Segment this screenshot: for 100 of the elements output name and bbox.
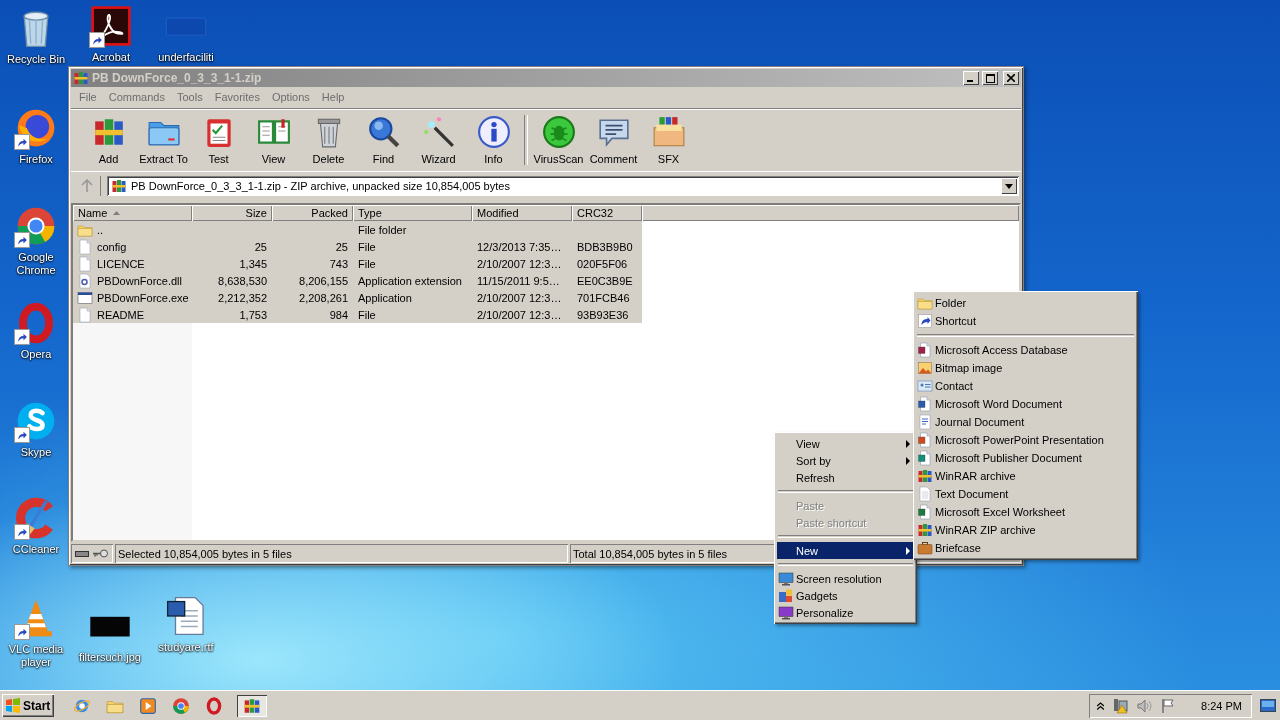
table-cell-text: config [96,240,127,253]
menu-item[interactable]: WinRAR archive [916,467,1135,485]
table-cell: 2/10/2007 12:3… [477,308,562,321]
table-cell: EE0C3B9E [577,274,633,287]
browser-icon [172,696,190,715]
column-header[interactable]: Modified [472,205,572,221]
menu-item[interactable]: Microsoft Word Document [916,395,1135,413]
column-header[interactable]: Type [353,205,472,221]
table-cell-text: PBDownForce.exe [96,291,189,304]
menu-item[interactable]: Contact [916,377,1135,395]
desktop-icon-label[interactable]: underfaciliti [158,51,214,64]
desktop-icon-label[interactable]: Firefox [19,153,53,166]
menu-item[interactable]: Favorites [208,90,266,103]
table-cell-text: PBDownForce.dll [96,274,182,287]
menu-item[interactable]: Options [265,90,316,103]
toolbar-button[interactable]: Wizard [411,115,466,165]
menu-item[interactable]: Commands [102,90,171,103]
document-icon [917,432,933,448]
file-row[interactable]: config 25 25 File 12/3/2013 7:35… BDB3B9B0 [73,238,642,255]
table-cell: 2/10/2007 12:3… [477,257,562,270]
toolbar-button[interactable]: Comment [586,115,641,165]
toolbar-button[interactable]: Find [356,115,411,165]
column-header[interactable]: Packed [272,205,353,221]
column-header[interactable]: Name [73,205,192,221]
flag-icon[interactable] [1161,698,1176,713]
table-cell: 11/15/2011 9:5… [477,274,560,287]
clock[interactable]: 8:24 PM [1201,699,1242,712]
table-cell: 984 [329,308,348,321]
desktop-icon-label[interactable]: Skype [20,446,52,459]
chevron-up-icon[interactable] [1097,701,1105,710]
document-icon [917,396,933,412]
close-button[interactable] [1003,71,1019,85]
table-cell: 8,206,155 [299,274,348,287]
minimize-button[interactable] [963,71,979,85]
menu-item[interactable]: Folder [916,294,1135,312]
toolbar-button[interactable]: SFX [641,115,696,165]
menu-item[interactable]: Text Document [916,485,1135,503]
table-cell: 25 [254,240,267,253]
start-button[interactable]: Start [2,694,54,717]
menu-item[interactable]: Tools [171,90,209,103]
menu-item[interactable]: Microsoft Access Database [916,341,1135,359]
table-cell: 2,212,352 [218,291,267,304]
close-icon [1007,74,1015,82]
gadgets-icon [778,587,794,604]
folder-icon [917,295,933,311]
archive-icon [243,696,261,715]
network-warning-icon[interactable] [1112,697,1130,714]
toolbar-button[interactable]: Add [81,115,136,165]
taskbar-button[interactable] [237,694,267,717]
table-cell: 12/3/2013 7:35… [477,240,562,253]
column-header[interactable]: CRC32 [572,205,642,221]
desktop-icon-label[interactable]: Acrobat [92,51,130,64]
menu-item[interactable]: WinRAR ZIP archive [916,521,1135,539]
menu-item[interactable]: Screen resolution [777,570,914,587]
menu-item[interactable]: Bitmap image [916,359,1135,377]
file-row[interactable]: .. File folder [73,221,642,238]
toolbar-button[interactable]: View [246,115,301,165]
menu-item[interactable]: Microsoft Publisher Document [916,449,1135,467]
desktop-icon-label[interactable]: Opera [20,348,52,361]
status-text: Selected 10,854,005 bytes in 5 files [118,547,292,560]
table-cell: 2,208,261 [299,291,348,304]
play-icon [139,696,157,715]
dropdown-button[interactable] [1001,178,1017,194]
menu-item[interactable]: Microsoft Excel Worksheet [916,503,1135,521]
speaker-icon[interactable] [1137,698,1154,713]
toolbar-button[interactable]: VirusScan [531,115,586,165]
column-header[interactable]: Size [192,205,272,221]
document-icon [917,504,933,520]
file-row[interactable]: README 1,753 984 File 2/10/2007 12:3… 93B93E36 [73,306,642,323]
maximize-button[interactable] [982,71,998,85]
drive-icon [75,550,89,557]
table-cell: 2/10/2007 12:3… [477,291,562,304]
desktop-icon-label[interactable]: Recycle Bin [6,53,66,66]
file-row[interactable]: PBDownForce.dll 8,638,530 8,206,155 Application extension 11/15/2011 9:5… EE0C3B9E [73,272,642,289]
menu-item[interactable]: New [777,542,914,559]
menu-item[interactable]: Journal Document [916,413,1135,431]
file-row[interactable]: PBDownForce.exe 2,212,352 2,208,261 Application 2/10/2007 12:3… 701FCB46 [73,289,642,306]
gear-file-icon [77,272,93,289]
desktop-icon-label[interactable]: Google Chrome [5,251,67,277]
menu-item[interactable]: Briefcase [916,539,1135,557]
toolbar-button[interactable]: Test [191,115,246,165]
table-cell: 8,638,530 [218,274,267,287]
menu-item[interactable]: Microsoft PowerPoint Presentation [916,431,1135,449]
menu-item[interactable]: Personalize [777,604,914,621]
maximize-icon [985,73,995,83]
table-cell-text: README [96,308,145,321]
address-field[interactable]: PB DownForce_0_3_3_1-1.zip - ZIP archive, unpacked size 10,854,005 bytes [107,176,1019,196]
toolbar-button[interactable]: Extract To [136,115,191,165]
file-row[interactable]: LICENCE 1,345 743 File 2/10/2007 12:3… 020F5F06 [73,255,642,272]
toolbar-button[interactable]: Delete [301,115,356,165]
table-cell: Application [358,291,412,304]
menu-item[interactable]: Refresh [777,469,914,486]
window-file-icon [77,289,93,306]
menu-item[interactable]: Gadgets [777,587,914,604]
table-cell: File folder [358,223,407,236]
show-desktop-icon[interactable] [1260,698,1276,713]
archive-icon [111,178,127,194]
menu-item[interactable]: Shortcut [916,312,1135,330]
table-cell: File [358,240,376,253]
toolbar-button[interactable]: Info [466,115,521,165]
